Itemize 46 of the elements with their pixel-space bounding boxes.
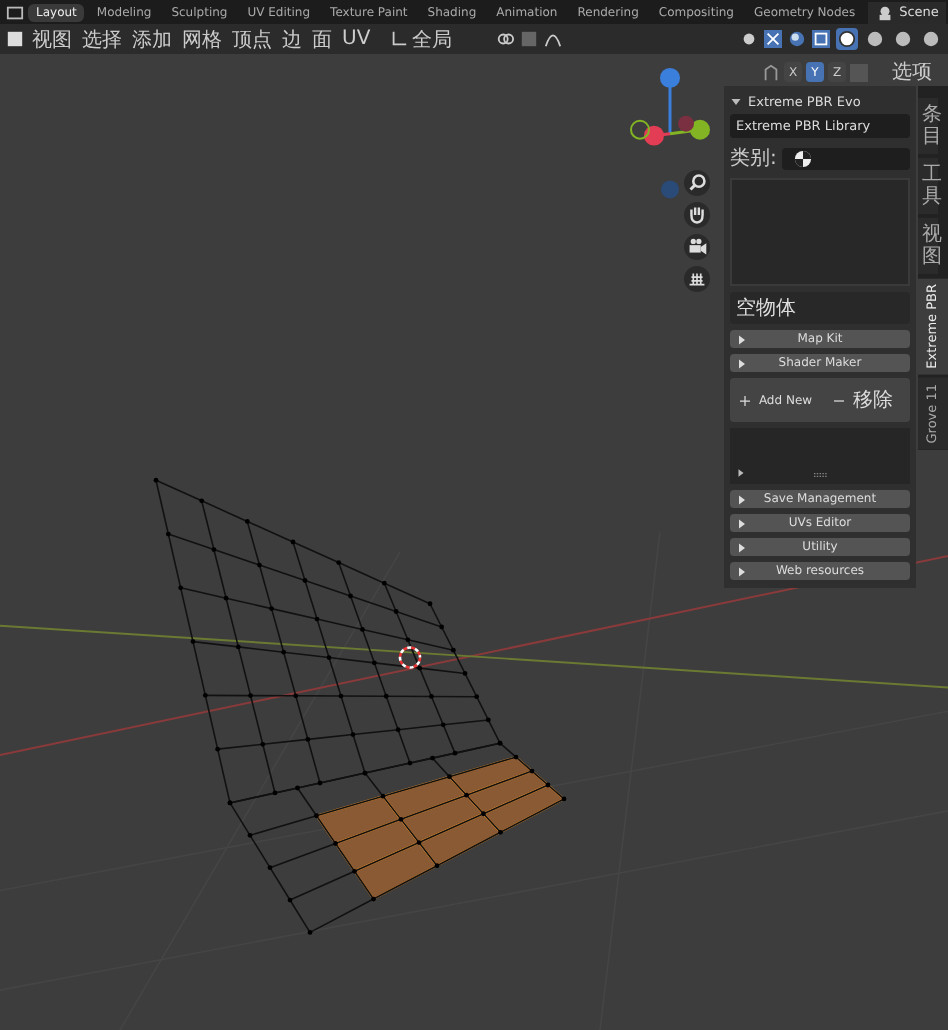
gizmo-toggle-icon[interactable] — [764, 30, 782, 48]
shading-mode-icon[interactable] — [836, 28, 858, 50]
menu-item[interactable]: 面 — [310, 25, 334, 53]
menu-item[interactable]: 选择 — [80, 25, 124, 53]
menu-item[interactable]: 网格 — [180, 25, 224, 53]
mode-icon[interactable] — [6, 30, 24, 48]
sidebar-tab[interactable]: 条目 — [918, 98, 938, 154]
3d-cursor-icon — [398, 646, 422, 669]
proportional-icon[interactable] — [544, 30, 563, 48]
menu-item[interactable]: 视图 — [30, 25, 74, 53]
pivot-icon[interactable] — [496, 30, 515, 48]
category-label: 类别: — [730, 145, 777, 172]
orientation-label: 全局 — [412, 27, 453, 53]
navigation-gizmo[interactable] — [630, 67, 710, 199]
resize-grip-icon[interactable] — [814, 472, 828, 478]
remove-button[interactable]: 移除 — [821, 386, 906, 414]
transform-orientation-dropdown[interactable]: 全局 — [390, 25, 491, 53]
mesh-wireframe-drawing[interactable] — [153, 477, 567, 935]
hand-icon[interactable] — [684, 202, 710, 228]
caret-icon[interactable] — [736, 468, 746, 478]
grid-view-icon[interactable] — [684, 266, 710, 292]
menu-item[interactable]: 顶点 — [230, 25, 274, 53]
sidebar-tab[interactable]: 工具 — [918, 158, 938, 214]
menu-item[interactable]: 边 — [280, 25, 304, 53]
editor-type-icon[interactable] — [6, 3, 24, 21]
material-ball-icon — [794, 149, 813, 167]
overlay-icon[interactable] — [788, 30, 806, 48]
shading-mode-icon[interactable] — [892, 28, 914, 50]
menu-item[interactable]: 添加 — [130, 25, 174, 53]
scene-icon — [875, 3, 894, 21]
object-name-field[interactable]: 空物体 — [730, 292, 910, 324]
minus-icon — [834, 395, 845, 405]
options-dropdown[interactable]: 选项 — [888, 58, 936, 86]
plus-icon — [740, 395, 751, 405]
caret-icon — [730, 96, 742, 108]
xray-icon[interactable] — [812, 30, 830, 48]
sidebar-tab[interactable]: 视图 — [918, 218, 938, 274]
mirror-icon — [762, 63, 780, 81]
visibility-icon[interactable] — [740, 30, 758, 48]
shading-mode-icon[interactable] — [920, 28, 942, 50]
menu-item[interactable]: UV — [340, 28, 373, 50]
axes-icon — [390, 30, 409, 48]
zoom-icon[interactable] — [684, 170, 710, 196]
camera-icon[interactable] — [684, 234, 710, 260]
category-dropdown[interactable] — [782, 147, 910, 169]
shading-mode-icon[interactable] — [864, 28, 886, 50]
